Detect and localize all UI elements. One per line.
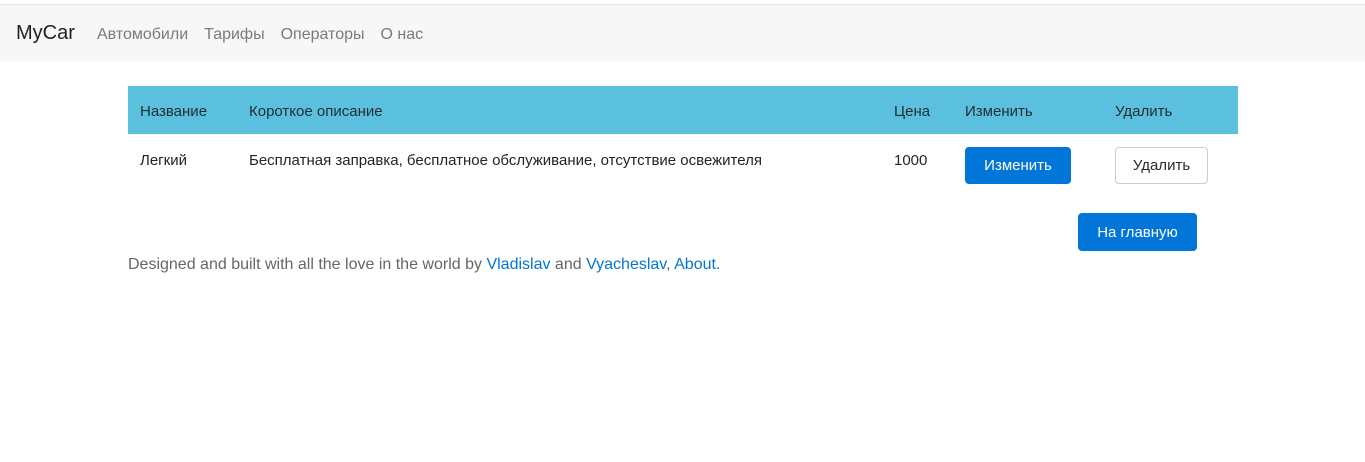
author-link-vladislav[interactable]: Vladislav xyxy=(486,256,550,273)
nav-links: Автомобили Тарифы Операторы О нас xyxy=(97,26,423,44)
footer-and: and xyxy=(550,256,587,273)
cell-price: 1000 xyxy=(894,152,928,169)
about-link[interactable]: About. xyxy=(674,256,720,273)
nav-link-tariffs[interactable]: Тарифы xyxy=(204,26,264,44)
header-name: Название xyxy=(140,103,208,120)
nav-link-about[interactable]: О нас xyxy=(381,26,424,44)
header-edit: Изменить xyxy=(965,103,1033,120)
header-delete: Удалить xyxy=(1115,103,1173,120)
nav-link-operators[interactable]: Операторы xyxy=(281,26,365,44)
cell-description: Бесплатная заправка, бесплатное обслужив… xyxy=(249,152,762,169)
footer: Designed and built with all the love in … xyxy=(128,256,720,274)
table-header-row: Название Короткое описание Цена Изменить… xyxy=(128,86,1238,134)
navbar: MyCar Автомобили Тарифы Операторы О нас xyxy=(0,5,1365,61)
delete-button[interactable]: Удалить xyxy=(1115,147,1208,184)
header-price: Цена xyxy=(894,103,931,120)
brand-logo[interactable]: MyCar xyxy=(16,22,75,45)
cell-name: Легкий xyxy=(140,152,187,169)
nav-link-cars[interactable]: Автомобили xyxy=(97,26,188,44)
author-link-vyacheslav[interactable]: Vyacheslav xyxy=(586,256,666,273)
home-button[interactable]: На главную xyxy=(1078,213,1197,251)
footer-text: Designed and built with all the love in … xyxy=(128,256,487,273)
header-description: Короткое описание xyxy=(249,103,383,120)
edit-button[interactable]: Изменить xyxy=(965,147,1071,184)
table-row: Легкий Бесплатная заправка, бесплатное о… xyxy=(128,134,1238,190)
footer-comma: , xyxy=(666,256,675,273)
